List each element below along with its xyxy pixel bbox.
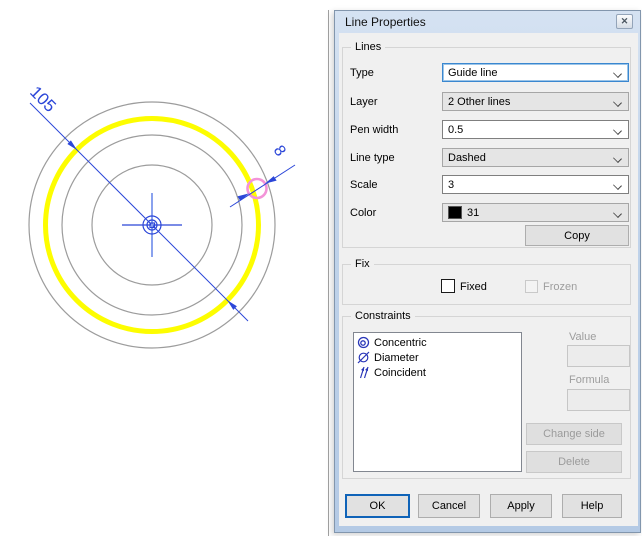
line-type-value: Dashed [448,152,486,164]
coincident-icon [357,366,370,379]
scale-value: 3 [448,179,454,191]
color-combobox[interactable]: 31 [442,203,629,222]
color-value: 31 [467,207,479,219]
dimension-text-8[interactable]: 8 [270,143,289,160]
help-button[interactable]: Help [562,494,622,518]
dimension-text-105[interactable]: 105 [26,82,59,115]
dialog-titlebar[interactable]: Line Properties [335,11,640,33]
close-icon: ✕ [621,16,629,26]
chevron-down-icon [613,69,622,78]
fixed-checkbox[interactable] [441,279,455,293]
chevron-down-icon [613,181,622,190]
cancel-button[interactable]: Cancel [418,494,480,518]
application-window: 105 8 Line Properties ✕ Lines Ty [0,0,642,536]
pen-width-combobox[interactable]: 0.5 [442,120,629,139]
list-item-diameter[interactable]: Diameter [354,350,521,365]
layer-label: Layer [350,96,378,108]
diameter-icon [357,351,370,364]
formula-label: Formula [569,374,609,386]
cad-drawing[interactable]: 105 8 [0,0,334,536]
constraints-group-label: Constraints [351,310,415,322]
delete-button: Delete [526,451,622,473]
fixed-checkbox-label: Fixed [460,281,487,293]
chevron-down-icon [613,126,622,135]
copy-button[interactable]: Copy [525,225,629,246]
chevron-down-icon [613,209,622,218]
scale-combobox[interactable]: 3 [442,175,629,194]
scale-label: Scale [350,179,378,191]
fix-group-label: Fix [351,258,374,270]
layer-combobox[interactable]: 2 Other lines [442,92,629,111]
color-swatch [448,206,462,219]
drawing-canvas[interactable]: 105 8 [0,0,334,536]
list-item-coincident[interactable]: Coincident [354,365,521,380]
list-item-concentric[interactable]: Concentric [354,335,521,350]
concentric-icon [357,336,370,349]
value-input [567,345,630,367]
dialog-content: Lines Type Guide line Layer 2 Other line… [339,33,638,526]
lines-group-label: Lines [351,41,385,53]
close-button[interactable]: ✕ [616,14,633,29]
chevron-down-icon [613,98,622,107]
constraint-label: Diameter [374,352,419,364]
constraint-label: Coincident [374,367,426,379]
pen-width-label: Pen width [350,124,398,136]
dialog-title: Line Properties [345,15,426,29]
frozen-checkbox-label: Frozen [543,281,577,293]
type-value: Guide line [448,67,498,79]
line-type-combobox[interactable]: Dashed [442,148,629,167]
change-side-button: Change side [526,423,622,445]
line-type-label: Line type [350,152,395,164]
frozen-checkbox [525,280,538,293]
ok-button[interactable]: OK [345,494,410,518]
value-label: Value [569,331,596,343]
constraint-label: Concentric [374,337,427,349]
line-properties-dialog: Line Properties ✕ Lines Type Guide line … [334,10,641,533]
color-label: Color [350,207,376,219]
dimension-arrow [237,193,249,201]
pen-width-value: 0.5 [448,124,463,136]
apply-button[interactable]: Apply [490,494,552,518]
formula-input [567,389,630,411]
type-label: Type [350,67,374,79]
type-combobox[interactable]: Guide line [442,63,629,82]
constraints-listbox[interactable]: Concentric Diameter [353,332,522,472]
layer-value: 2 Other lines [448,96,510,108]
chevron-down-icon [613,154,622,163]
